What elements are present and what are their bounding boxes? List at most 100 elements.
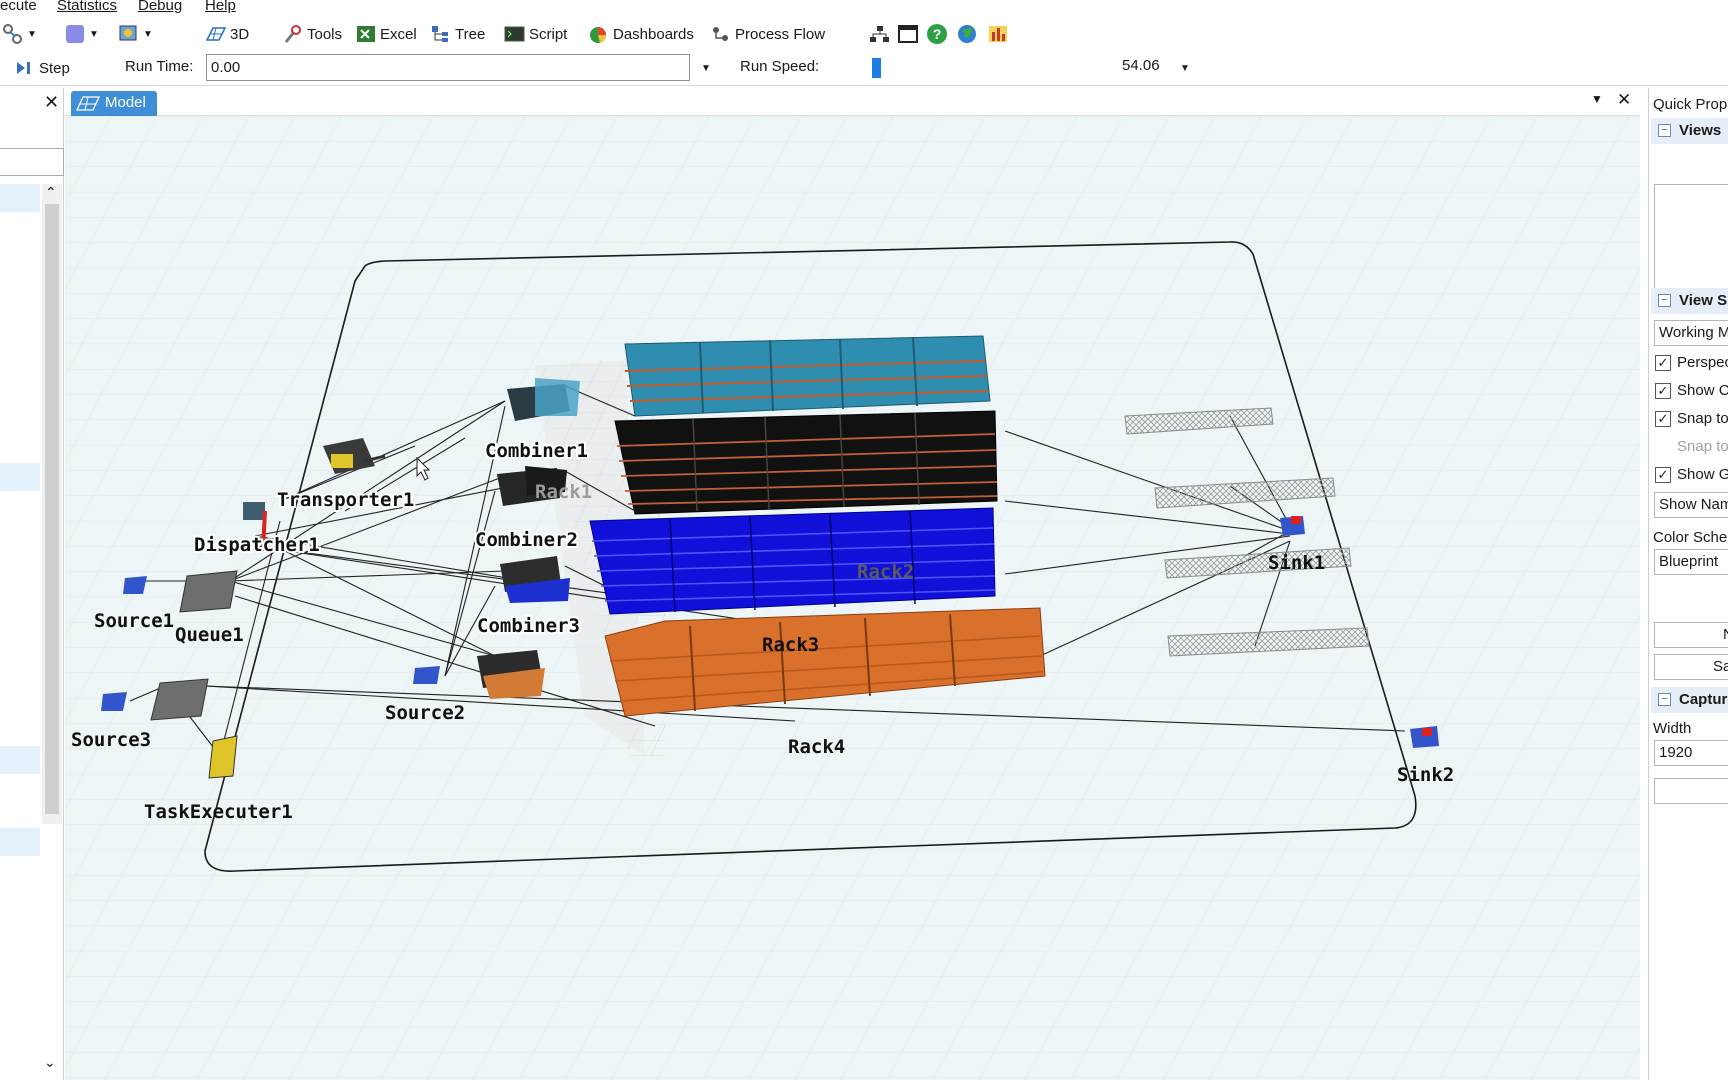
source3-model[interactable] [101,692,127,711]
tab-model[interactable]: Model [71,91,157,116]
chevron-down-icon[interactable]: ▼ [89,29,99,40]
library-search-input[interactable] [0,148,64,176]
menu-help[interactable]: Help [205,0,236,14]
show-c-label: Show C [1677,382,1728,399]
n-button[interactable]: N [1654,622,1728,648]
source1-model[interactable] [123,576,147,594]
3d-grid-icon [75,94,101,116]
width-field[interactable]: 1920 [1654,740,1728,766]
combiner1-label: Combiner1 [485,440,588,462]
source3-label: Source3 [71,729,151,751]
tree-icon [430,24,450,44]
view-settings-header[interactable]: − View S [1651,288,1728,314]
library-scrollbar[interactable]: ⌃ [42,184,62,824]
chevron-down-icon[interactable]: ⌄ [44,1054,56,1071]
library-item[interactable] [0,746,40,774]
slider-thumb[interactable] [872,58,881,78]
snap-to-grid-checkbox[interactable]: ✓ [1655,411,1671,427]
capture-section-header[interactable]: − Captur [1651,687,1728,713]
run-speed-dropdown[interactable]: ▼ [1177,57,1193,79]
run-speed-label: Run Speed: [740,58,820,75]
show-c-checkbox[interactable]: ✓ [1655,383,1671,399]
main-toolbar: ▼ ▼ ▼ 3D Tools Excel Tree Script Dashboa… [0,14,1728,50]
library-item[interactable] [0,463,40,491]
perspective-label: Perspec [1677,354,1728,371]
queue2-model[interactable] [150,678,209,721]
show-grid-checkbox[interactable]: ✓ [1655,467,1671,483]
hierarchy-button[interactable] [868,22,889,46]
connect-tool-button[interactable]: ▼ [2,22,37,46]
collapse-icon[interactable]: − [1658,124,1671,137]
view-tool-button[interactable]: ▼ [118,22,153,46]
chevron-down-icon[interactable]: ▼ [143,29,153,40]
combiner3-label: Combiner3 [477,615,580,637]
queue1-model[interactable] [179,570,238,613]
library-panel: ✕ ⌃ ⌄ [0,88,64,1080]
color-scheme-label: Color Sche [1653,529,1728,546]
combiner2-label: Combiner2 [475,529,578,551]
collapse-icon[interactable]: − [1658,294,1671,307]
3d-button[interactable]: 3D [205,22,249,46]
perspective-checkbox[interactable]: ✓ [1655,355,1671,371]
view-mode-select[interactable]: Working M [1654,320,1728,346]
close-icon[interactable]: ✕ [1617,90,1631,110]
step-button[interactable]: Step [14,56,70,80]
height-field[interactable] [1654,778,1728,804]
model-scene: Rack1 Rack2 Combiner1 Combiner1 Combiner… [65,116,1640,1080]
help-question-icon: ? [927,24,947,44]
view-layout-icon [118,24,138,44]
script-console-icon [504,24,525,44]
tools-icon [282,24,302,44]
show-g-label: Show G [1677,466,1728,483]
library-item[interactable] [0,828,40,856]
help-button[interactable]: ? [927,22,947,46]
tree-button[interactable]: Tree [430,22,485,46]
sa-button[interactable]: Sa [1654,654,1728,680]
menu-debug[interactable]: Debug [138,0,182,14]
library-item[interactable] [0,184,40,212]
shape-tool-button[interactable]: ▼ [66,22,99,46]
snap-to-disabled-label: Snap to [1677,438,1728,455]
globe-icon [957,24,977,44]
show-names-select[interactable]: Show Nam [1654,492,1728,518]
window-icon [897,24,918,44]
run-speed-slider[interactable] [868,56,1158,80]
dispatcher1-label: Dispatcher1 [194,534,320,556]
views-list[interactable] [1654,184,1728,302]
sink2-model[interactable] [1410,726,1439,748]
snap-to-label: Snap to [1677,410,1728,427]
chevron-down-icon[interactable]: ▼ [27,29,37,40]
tools-button[interactable]: Tools [282,22,342,46]
rack2-model[interactable] [614,410,998,515]
source2-model[interactable] [413,666,440,684]
online-button[interactable] [957,22,977,46]
script-button[interactable]: Script [504,22,567,46]
window-button[interactable] [897,22,918,46]
close-icon[interactable]: ✕ [44,92,59,113]
rack4-label: Rack4 [788,736,845,758]
run-time-dropdown[interactable]: ▼ [698,57,714,79]
run-time-field[interactable]: 0.00 [206,54,690,81]
rack3-label: Rack3 [762,634,819,656]
collapse-icon[interactable]: − [1658,693,1671,706]
scrollbar-thumb[interactable] [45,204,59,814]
menu-execute[interactable]: ecute [0,0,37,14]
document-tab-bar: Model ▼ ✕ [65,88,1640,116]
menu-statistics[interactable]: Statistics [57,0,117,14]
step-forward-icon [14,58,34,78]
rack3-model[interactable] [589,507,996,615]
views-section-header[interactable]: − Views [1651,118,1728,144]
excel-button[interactable]: Excel [355,22,417,46]
hierarchy-icon [868,24,889,44]
process-flow-button[interactable]: Process Flow [710,22,825,46]
dashboards-button[interactable]: Dashboards [588,22,694,46]
box-shape-icon [66,25,84,43]
chevron-up-icon[interactable]: ⌃ [45,184,57,201]
taskexecuter1-model[interactable] [208,735,238,779]
color-scheme-select[interactable]: Blueprint [1654,549,1728,575]
sink1-model[interactable] [1280,516,1305,536]
model-3d-view[interactable]: Rack1 Rack2 Combiner1 Combiner1 Combiner… [65,116,1640,1080]
statistics-button[interactable] [987,22,1007,46]
tab-menu-dropdown[interactable]: ▼ [1591,92,1603,106]
sink2-label: Sink2 [1397,764,1454,786]
